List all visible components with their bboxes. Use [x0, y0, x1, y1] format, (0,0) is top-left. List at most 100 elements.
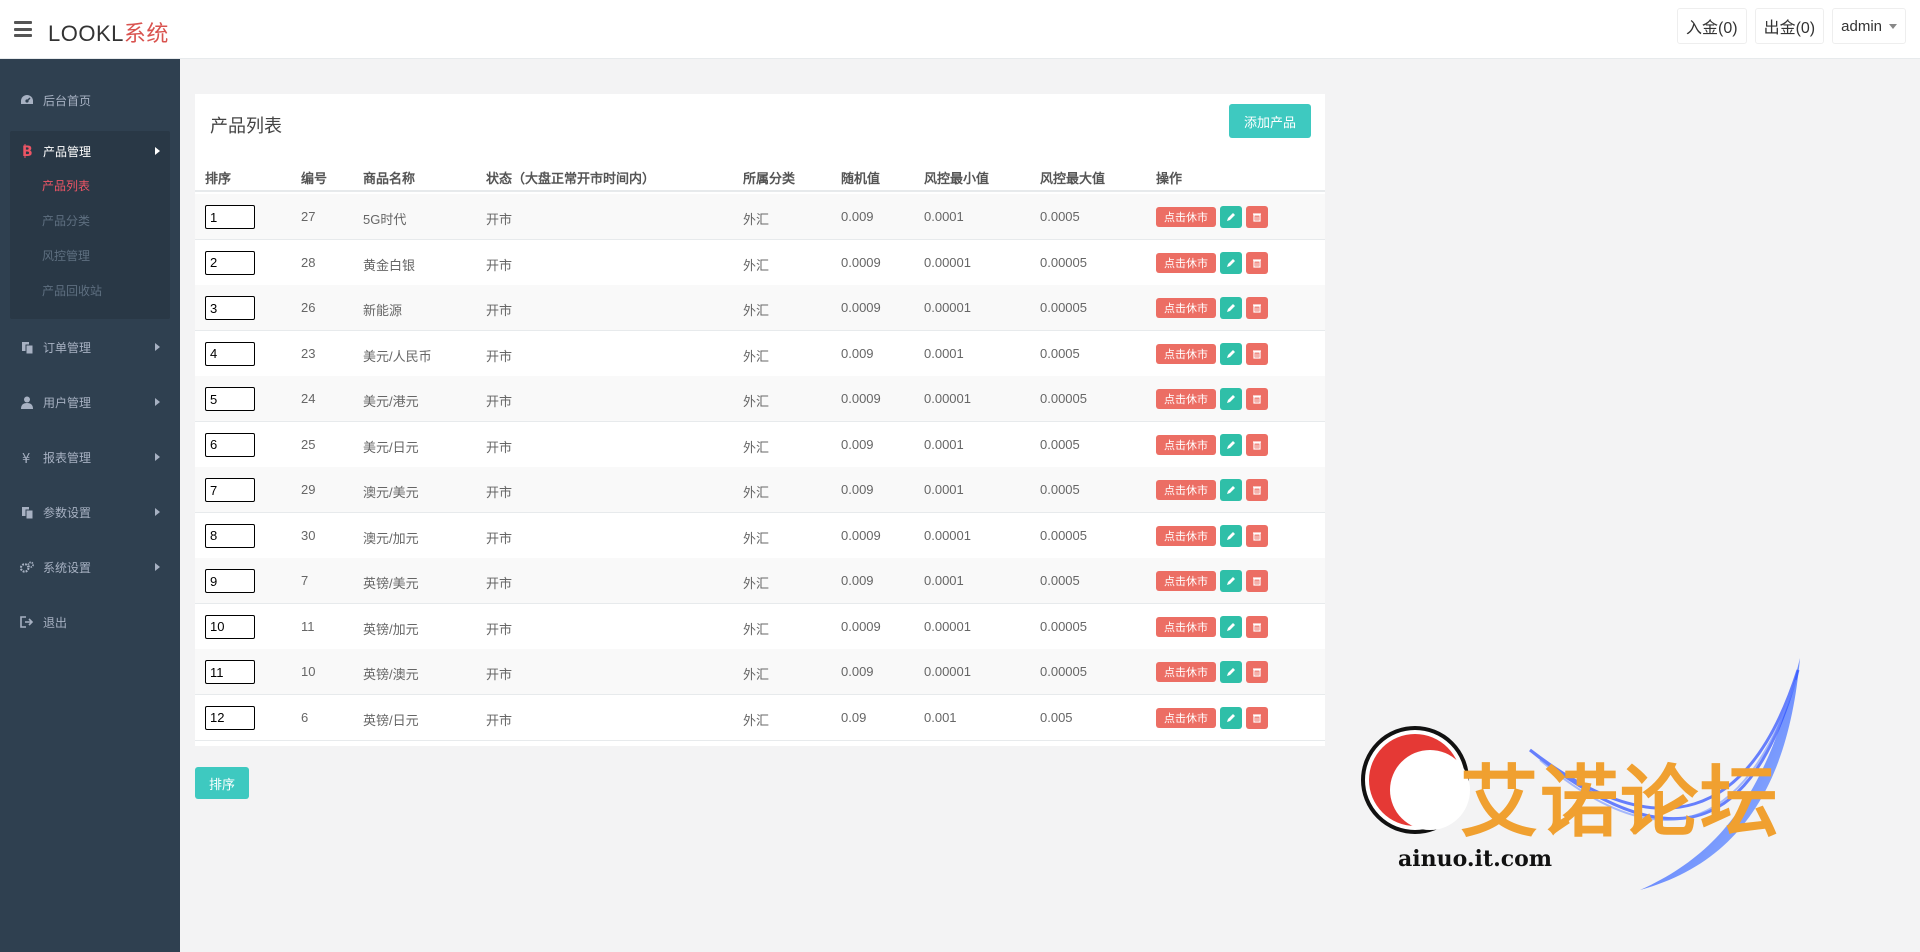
table-row: 25 美元/日元 开市 外汇 0.009 0.0001 0.0005 点击休市 [195, 422, 1325, 468]
sort-order-input[interactable] [205, 387, 255, 411]
close-market-button[interactable]: 点击休市 [1156, 525, 1216, 546]
cell-min: 0.00001 [924, 254, 971, 270]
sidebar-sub-product-list[interactable]: 产品列表 [42, 177, 90, 194]
cell-category: 外汇 [743, 303, 770, 318]
edit-button[interactable] [1220, 570, 1242, 592]
close-market-button[interactable]: 点击休市 [1156, 298, 1216, 318]
sort-order-input[interactable] [205, 432, 255, 457]
sort-order-input[interactable] [205, 478, 255, 502]
sort-order-input[interactable] [205, 296, 255, 320]
cell-status: 开市 [486, 257, 513, 273]
sort-order-input[interactable] [205, 705, 255, 730]
cell-min: 0.0001 [924, 209, 964, 224]
delete-button[interactable] [1246, 706, 1268, 729]
sort-order-input[interactable] [205, 341, 255, 366]
table-row: 24 美元/港元 开市 外汇 0.0009 0.00001 0.00005 点击休市 [195, 376, 1325, 422]
delete-button[interactable] [1246, 570, 1268, 592]
delete-button[interactable] [1246, 206, 1268, 228]
table-row: 29 澳元/美元 开市 外汇 0.009 0.0001 0.0005 点击休市 [195, 467, 1325, 513]
delete-button[interactable] [1246, 661, 1268, 683]
edit-button[interactable] [1220, 479, 1242, 501]
cell-id: 24 [301, 391, 316, 406]
cell-random: 0.0009 [841, 527, 881, 543]
cell-id: 6 [301, 709, 309, 725]
sidebar-item-dashboard[interactable]: 后台首页 [0, 80, 180, 120]
sidebar-sub-recycle-bin[interactable]: 产品回收站 [42, 282, 102, 299]
cell-min: 0.0001 [924, 482, 964, 497]
sidebar-item-logout[interactable]: 退出 [0, 602, 180, 642]
user-dropdown[interactable]: admin [1832, 8, 1906, 44]
sort-order-input[interactable] [205, 660, 255, 684]
close-market-button[interactable]: 点击休市 [1156, 252, 1216, 273]
sort-order-input[interactable] [205, 569, 255, 593]
watermark-text: 艾诺论坛 [1460, 758, 1781, 848]
delete-button[interactable] [1246, 524, 1268, 547]
sort-order-input[interactable] [205, 523, 255, 548]
col-category: 所属分类 [743, 171, 796, 186]
close-market-button[interactable]: 点击休市 [1156, 343, 1216, 364]
cell-random: 0.009 [841, 482, 874, 497]
edit-button[interactable] [1220, 706, 1242, 729]
sort-order-input[interactable] [205, 205, 255, 229]
edit-button[interactable] [1220, 524, 1242, 547]
col-actions: 操作 [1156, 171, 1183, 186]
edit-button[interactable] [1220, 206, 1242, 228]
close-market-button[interactable]: 点击休市 [1156, 207, 1216, 227]
cell-id: 7 [301, 573, 309, 588]
cell-random: 0.0009 [841, 254, 881, 270]
trash-icon [1252, 258, 1262, 268]
delete-button[interactable] [1246, 479, 1268, 501]
sidebar-item-reports[interactable]: ¥ 报表管理 [0, 437, 180, 477]
trash-icon [1252, 713, 1262, 723]
edit-button[interactable] [1220, 388, 1242, 410]
close-market-button[interactable]: 点击休市 [1156, 480, 1216, 500]
close-market-button[interactable]: 点击休市 [1156, 571, 1216, 591]
sidebar-item-users[interactable]: 用户管理 [0, 382, 180, 422]
delete-button[interactable] [1246, 342, 1268, 365]
cell-min: 0.0001 [924, 345, 964, 361]
table-row: 26 新能源 开市 外汇 0.0009 0.00001 0.00005 点击休市 [195, 285, 1325, 331]
delete-button[interactable] [1246, 615, 1268, 638]
close-market-button[interactable]: 点击休市 [1156, 616, 1216, 637]
cell-category: 外汇 [743, 257, 770, 273]
pencil-icon [1226, 622, 1236, 632]
sidebar-item-orders[interactable]: 订单管理 [0, 327, 180, 367]
delete-button[interactable] [1246, 433, 1268, 456]
sidebar-item-products[interactable]: B 产品管理 [10, 131, 170, 171]
delete-button[interactable] [1246, 388, 1268, 410]
cell-max: 0.00005 [1040, 300, 1087, 315]
add-product-button[interactable]: 添加产品 [1229, 104, 1311, 138]
delete-button[interactable] [1246, 251, 1268, 274]
sort-order-input[interactable] [205, 614, 255, 639]
edit-button[interactable] [1220, 433, 1242, 456]
edit-button[interactable] [1220, 251, 1242, 274]
sidebar: 后台首页 B 产品管理 产品列表 产品分类 风控管理 产品回收站 订单管理 用户… [0, 59, 180, 952]
col-id: 编号 [301, 171, 328, 186]
cell-name: 5G时代 [363, 212, 407, 227]
sidebar-item-system[interactable]: 系统设置 [0, 547, 180, 587]
deposit-button[interactable]: 入金(0) [1677, 8, 1747, 44]
sidebar-sub-product-category[interactable]: 产品分类 [42, 212, 90, 229]
chevron-right-icon [155, 508, 160, 516]
cell-name: 新能源 [363, 303, 403, 318]
close-market-button[interactable]: 点击休市 [1156, 662, 1216, 682]
top-navbar: LOOKL系统 入金(0) 出金(0) admin [0, 0, 1920, 59]
cell-status: 开市 [486, 394, 513, 409]
close-market-button[interactable]: 点击休市 [1156, 389, 1216, 409]
table-row: 30 澳元/加元 开市 外汇 0.0009 0.00001 0.00005 点击休市 [195, 513, 1325, 559]
withdraw-button[interactable]: 出金(0) [1754, 8, 1825, 44]
sort-submit-button[interactable]: 排序 [195, 767, 249, 799]
svg-text:¥: ¥ [22, 452, 30, 464]
close-market-button[interactable]: 点击休市 [1156, 434, 1216, 455]
sidebar-sub-risk-control[interactable]: 风控管理 [42, 247, 90, 264]
edit-button[interactable] [1220, 615, 1242, 638]
sidebar-item-params[interactable]: 参数设置 [0, 492, 180, 532]
pencil-icon [1226, 531, 1236, 541]
edit-button[interactable] [1220, 342, 1242, 365]
edit-button[interactable] [1220, 297, 1242, 319]
delete-button[interactable] [1246, 297, 1268, 319]
close-market-button[interactable]: 点击休市 [1156, 707, 1216, 728]
sort-order-input[interactable] [205, 250, 255, 275]
edit-button[interactable] [1220, 661, 1242, 683]
menu-toggle-icon[interactable] [14, 21, 32, 37]
